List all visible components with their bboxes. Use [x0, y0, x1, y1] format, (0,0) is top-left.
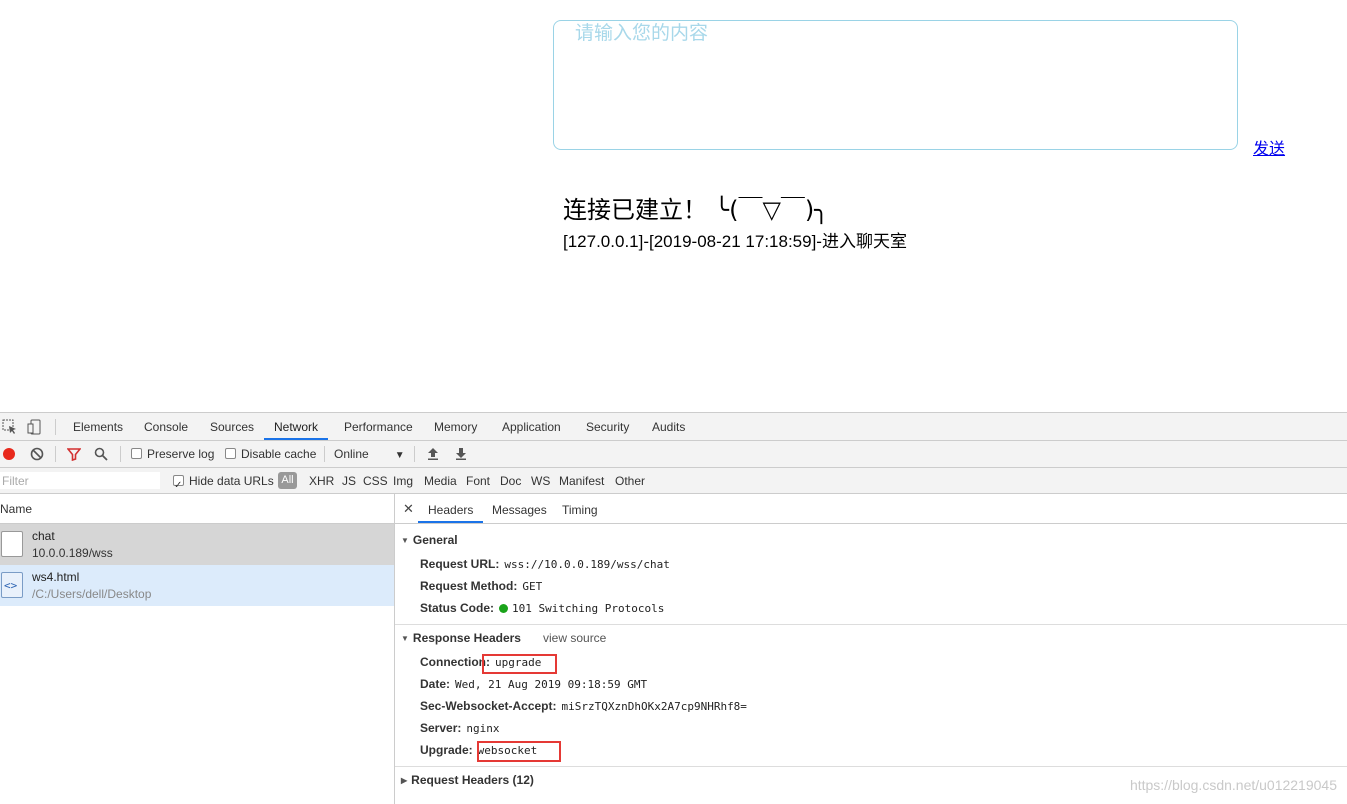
filter-type-js[interactable]: JS: [342, 468, 356, 493]
tab-console[interactable]: Console: [142, 413, 190, 440]
filter-type-all[interactable]: All: [278, 472, 297, 489]
filter-type-ws[interactable]: WS: [531, 468, 550, 493]
filter-type-css[interactable]: CSS: [363, 468, 388, 493]
general-section-toggle[interactable]: ▼ General: [401, 533, 458, 547]
checkbox-icon[interactable]: [225, 448, 236, 459]
message-box[interactable]: [553, 20, 1238, 150]
close-icon[interactable]: ✕: [403, 501, 414, 517]
message-input[interactable]: [554, 21, 1237, 149]
expanded-arrow-icon: ▼: [401, 634, 409, 643]
expanded-arrow-icon: ▼: [401, 536, 409, 545]
request-row-ws4-html[interactable]: <> ws4.html /C:/Users/dell/Desktop: [0, 565, 394, 606]
connection-status: 连接已建立！ ╰(￣▽￣)╮: [563, 196, 829, 224]
tab-elements[interactable]: Elements: [71, 413, 125, 440]
request-name: chat: [32, 529, 55, 543]
divider: [120, 446, 121, 462]
request-headers-section-toggle[interactable]: ▶ Request Headers (12): [401, 773, 534, 787]
status-ok-icon: [499, 604, 509, 613]
collapsed-arrow-icon: ▶: [401, 776, 408, 785]
header-row-date: Date: Wed, 21 Aug 2019 09:18:59 GMT: [420, 677, 648, 691]
html-file-icon: <>: [1, 572, 23, 598]
hide-data-urls-checkbox[interactable]: Hide data URLs: [173, 468, 274, 499]
header-row-status-code: Status Code: 101 Switching Protocols: [420, 601, 665, 615]
tab-headers[interactable]: Headers: [418, 494, 484, 523]
view-source-link[interactable]: view source: [543, 631, 606, 645]
highlight-box-upgrade: [477, 741, 561, 762]
watermark: https://blog.csdn.net/u012219045: [1129, 777, 1337, 793]
divider: [55, 419, 56, 435]
record-icon[interactable]: [2, 447, 16, 461]
svg-text:<>: <>: [4, 579, 18, 592]
throttling-select[interactable]: Online ▼: [334, 441, 405, 467]
tab-security[interactable]: Security: [584, 413, 631, 440]
import-har-icon[interactable]: [426, 447, 440, 461]
header-row-sec-websocket-accept: Sec-Websocket-Accept: miSrzTQXznDhOKx2A7c…: [420, 699, 747, 713]
filter-icon[interactable]: [66, 447, 82, 462]
divider: [55, 446, 56, 462]
file-icon: [1, 531, 23, 557]
filter-type-doc[interactable]: Doc: [500, 468, 521, 493]
header-row-request-method: Request Method: GET: [420, 579, 543, 593]
name-column-header[interactable]: Name: [0, 494, 394, 524]
export-har-icon[interactable]: [454, 447, 468, 461]
filter-input[interactable]: [0, 472, 160, 489]
request-name: ws4.html: [32, 570, 80, 584]
detail-tabbar: ✕ Headers Messages Timing: [395, 494, 1347, 524]
highlight-box-connection: [482, 654, 557, 674]
filter-type-img[interactable]: Img: [393, 468, 413, 493]
inspect-element-icon[interactable]: [2, 419, 18, 435]
filter-type-media[interactable]: Media: [424, 468, 457, 493]
tab-network[interactable]: Network: [264, 413, 329, 440]
tab-sources[interactable]: Sources: [208, 413, 256, 440]
divider: [414, 446, 415, 462]
request-row-chat[interactable]: chat 10.0.0.189/wss: [0, 524, 394, 565]
divider: [324, 446, 325, 462]
request-list: Name chat 10.0.0.189/wss <> ws4.html /C:…: [0, 494, 395, 804]
disable-cache-checkbox[interactable]: Disable cache: [225, 441, 316, 467]
header-row-request-url: Request URL: wss://10.0.0.189/wss/chat: [420, 557, 670, 571]
request-path: /C:/Users/dell/Desktop: [32, 587, 152, 601]
tab-performance[interactable]: Performance: [342, 413, 415, 440]
devtools-tabbar: Elements Console Sources Network Perform…: [0, 413, 1347, 441]
preserve-log-checkbox[interactable]: Preserve log: [131, 441, 214, 467]
divider: [395, 766, 1347, 767]
checkbox-icon[interactable]: [131, 448, 142, 459]
tab-application[interactable]: Application: [500, 413, 563, 440]
header-row-server: Server: nginx: [420, 721, 500, 735]
tab-audits[interactable]: Audits: [650, 413, 687, 440]
send-link[interactable]: 发送: [1253, 135, 1285, 159]
filter-type-xhr[interactable]: XHR: [309, 468, 334, 493]
device-toolbar-icon[interactable]: [27, 419, 43, 435]
filter-type-other[interactable]: Other: [615, 468, 645, 493]
response-headers-section-toggle[interactable]: ▼ Response Headers: [401, 631, 521, 645]
tab-messages[interactable]: Messages: [490, 494, 549, 523]
filter-type-font[interactable]: Font: [466, 468, 490, 493]
chat-message: [127.0.0.1]-[2019-08-21 17:18:59]-进入聊天室: [563, 232, 907, 251]
search-icon[interactable]: [94, 447, 108, 461]
filter-type-manifest[interactable]: Manifest: [559, 468, 604, 493]
request-details: ✕ Headers Messages Timing ▼ General Reque…: [395, 494, 1347, 804]
dropdown-arrow-icon: ▼: [394, 450, 405, 461]
filter-bar: Hide data URLs All XHR JS CSS Img Media …: [0, 468, 1347, 499]
tab-timing[interactable]: Timing: [560, 494, 600, 523]
checkbox-checked-icon[interactable]: [173, 473, 184, 499]
clear-icon[interactable]: [30, 447, 44, 461]
request-path: 10.0.0.189/wss: [32, 546, 113, 560]
divider: [395, 624, 1347, 625]
devtools-panel: Elements Console Sources Network Perform…: [0, 412, 1347, 804]
tab-memory[interactable]: Memory: [432, 413, 479, 440]
network-toolbar: Preserve log Disable cache Online ▼: [0, 441, 1347, 468]
